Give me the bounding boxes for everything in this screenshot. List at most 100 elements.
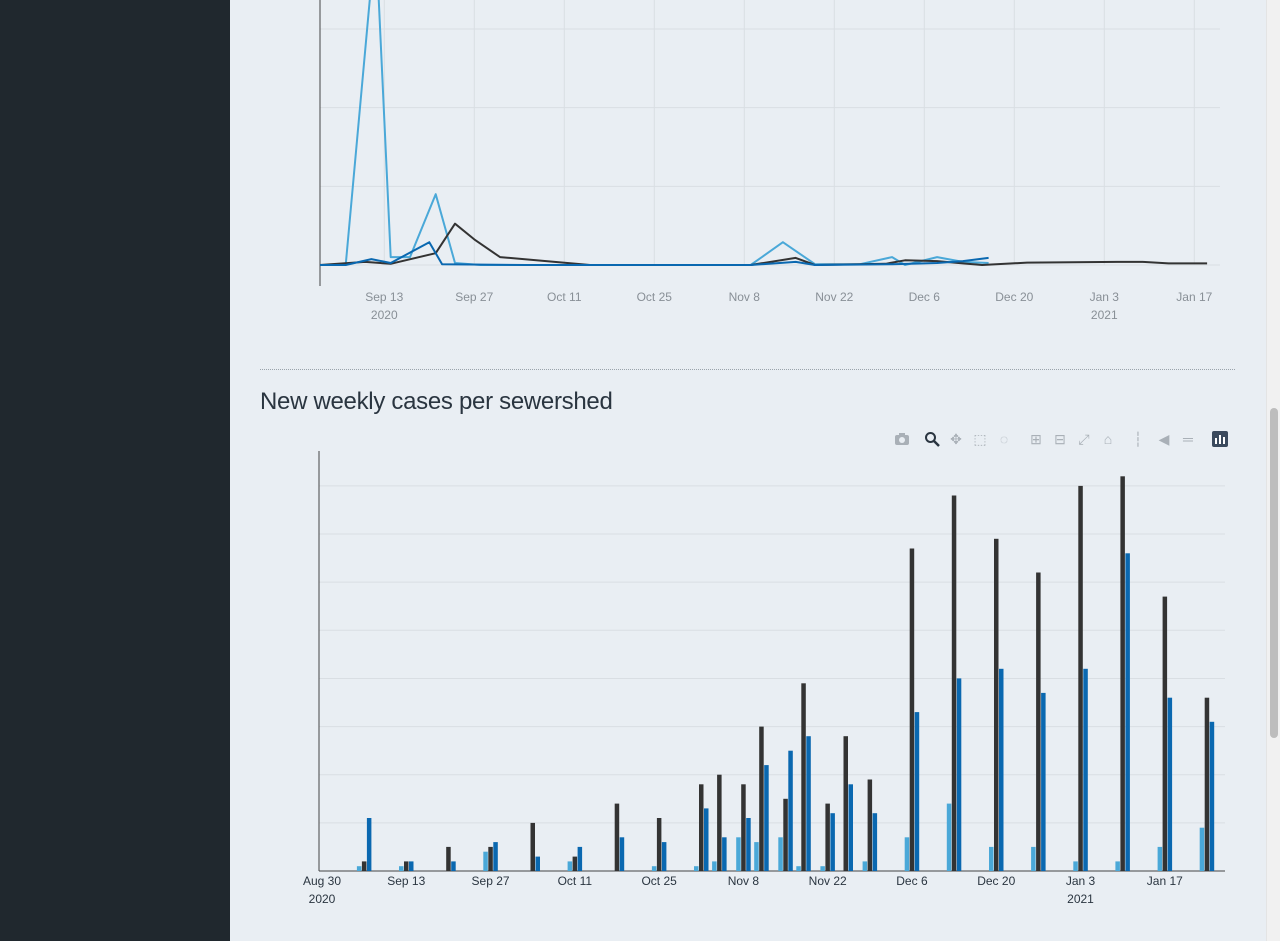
bar-dark bbox=[446, 846, 451, 871]
bar-dark bbox=[783, 798, 788, 871]
bar-dark bbox=[1162, 596, 1168, 871]
bar-light bbox=[904, 837, 910, 871]
bar-dark bbox=[843, 736, 848, 871]
x-tick-label: Dec 6 bbox=[896, 874, 928, 888]
section-divider bbox=[260, 369, 1235, 370]
x-tick-label: Dec 20 bbox=[977, 874, 1015, 888]
bar-light bbox=[736, 837, 741, 871]
x-tick-label: Sep 13 2020 bbox=[365, 290, 403, 322]
bar-dark bbox=[614, 803, 620, 871]
bar-light bbox=[946, 803, 952, 871]
bar-mid bbox=[1167, 697, 1173, 871]
x-tick-label: Sep 27 bbox=[455, 290, 493, 304]
bar-mid bbox=[722, 837, 727, 871]
bar-mid bbox=[746, 818, 751, 871]
bar-dark bbox=[1204, 697, 1210, 871]
bar-dark bbox=[699, 784, 704, 871]
section-title: New weekly cases per sewershed bbox=[260, 388, 613, 415]
bar-mid bbox=[661, 842, 667, 871]
bar-mid bbox=[1125, 553, 1130, 871]
bar-light bbox=[778, 837, 783, 871]
spike-lines-icon[interactable]: ┆ bbox=[1128, 429, 1148, 449]
bar-light bbox=[1157, 846, 1163, 871]
bar-dark bbox=[867, 779, 873, 871]
bar-mid bbox=[914, 712, 920, 871]
bar-light bbox=[862, 861, 868, 871]
bar-light bbox=[820, 866, 825, 871]
x-tick-label: Nov 8 bbox=[728, 874, 760, 888]
bar-mid bbox=[1209, 721, 1215, 871]
bar-light bbox=[399, 866, 404, 871]
bar-dark bbox=[530, 822, 535, 871]
scroll-thumb[interactable] bbox=[1270, 408, 1278, 738]
x-tick-label: Jan 17 bbox=[1147, 874, 1183, 888]
zoom-icon[interactable] bbox=[922, 429, 942, 449]
bar-mid bbox=[535, 856, 540, 871]
bar-mid bbox=[493, 842, 498, 871]
bar-dark bbox=[741, 784, 746, 871]
x-tick-label: Oct 11 bbox=[558, 874, 593, 888]
bar-light bbox=[356, 866, 362, 871]
x-tick-label: Aug 30 2020 bbox=[303, 874, 341, 906]
bar-mid bbox=[619, 837, 625, 871]
bar-mid bbox=[956, 678, 962, 871]
weekly-cases-bar-chart[interactable]: Aug 30 2020 Sep 13 Sep 27 Oct 11 Oct 25 Nov 8 N… bbox=[230, 451, 1270, 941]
bar-dark bbox=[361, 861, 367, 871]
bar-light bbox=[567, 861, 573, 871]
box-select-icon[interactable]: ⬚ bbox=[970, 429, 990, 449]
reset-axes-icon[interactable]: ⌂ bbox=[1098, 429, 1118, 449]
bar-dark bbox=[994, 538, 999, 871]
autoscale-icon[interactable]: ⤢ bbox=[1074, 429, 1094, 449]
bar-light bbox=[1199, 827, 1205, 871]
x-tick-label: Nov 8 bbox=[729, 290, 761, 304]
x-tick-label: Sep 13 bbox=[387, 874, 425, 888]
x-tick-label: Oct 25 bbox=[641, 874, 677, 888]
bar-mid bbox=[830, 813, 835, 871]
x-tick-label: Dec 20 bbox=[995, 290, 1033, 304]
bar-mid bbox=[704, 808, 709, 871]
bar-dark bbox=[1036, 572, 1041, 871]
bar-dark bbox=[404, 861, 409, 871]
bar-mid bbox=[1083, 668, 1088, 871]
x-tick-label: Sep 27 bbox=[472, 874, 510, 888]
bar-light bbox=[1115, 861, 1120, 871]
bar-mid bbox=[788, 750, 793, 871]
zoom-in-icon[interactable]: ⊞ bbox=[1026, 429, 1046, 449]
x-tick-label: Oct 25 bbox=[637, 290, 673, 304]
bar-mid bbox=[577, 846, 583, 871]
camera-icon[interactable] bbox=[892, 429, 912, 449]
bar-light bbox=[651, 866, 657, 871]
bar-mid bbox=[999, 668, 1004, 871]
bar-mid bbox=[806, 736, 811, 871]
pan-icon[interactable]: ✥ bbox=[946, 429, 966, 449]
pmmov-line-chart[interactable]: Sep 13 2020 Sep 27 Oct 11 Oct 25 Nov 8 Nov 22 D… bbox=[230, 0, 1270, 360]
bar-mid bbox=[872, 813, 878, 871]
bar-dark bbox=[717, 774, 722, 871]
x-tick-label: Nov 22 bbox=[809, 874, 847, 888]
x-tick-label: Jan 17 bbox=[1176, 290, 1212, 304]
bar-light bbox=[989, 846, 994, 871]
x-tick-label: Dec 6 bbox=[909, 290, 941, 304]
zoom-out-icon[interactable]: ⊟ bbox=[1050, 429, 1070, 449]
bar-mid bbox=[451, 861, 456, 871]
bar-light bbox=[694, 866, 699, 871]
bar-mid bbox=[764, 765, 769, 871]
app-sidebar bbox=[0, 0, 230, 941]
bar-dark bbox=[825, 803, 830, 871]
bar-light bbox=[1073, 861, 1078, 871]
lasso-icon[interactable]: ◌ bbox=[994, 429, 1014, 449]
plotly-logo-icon[interactable] bbox=[1210, 429, 1230, 449]
bar-dark bbox=[656, 818, 662, 871]
bar-light bbox=[754, 842, 759, 871]
bar-light bbox=[1031, 846, 1036, 871]
hover-closest-icon[interactable]: ◀ bbox=[1154, 429, 1174, 449]
bar-dark bbox=[1078, 485, 1083, 871]
bar-dark bbox=[909, 548, 915, 871]
x-tick-label: Jan 3 2021 bbox=[1090, 290, 1120, 322]
bar-mid bbox=[848, 784, 853, 871]
bar-dark bbox=[488, 846, 493, 871]
hover-compare-icon[interactable]: ═ bbox=[1178, 429, 1198, 449]
bar-light bbox=[712, 861, 717, 871]
bar-dark bbox=[951, 495, 957, 871]
bar-mid bbox=[366, 818, 372, 871]
